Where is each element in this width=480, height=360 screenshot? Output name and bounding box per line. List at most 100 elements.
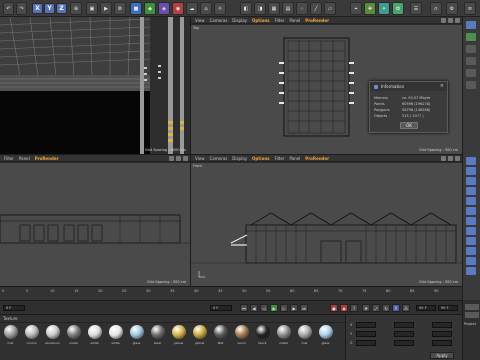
- make-editable-icon[interactable]: ◧: [240, 2, 252, 15]
- edges-mode-icon[interactable]: ╱: [310, 2, 322, 15]
- menu-cameras[interactable]: Cameras: [210, 18, 228, 23]
- texture-mode-icon[interactable]: ▦: [268, 2, 280, 15]
- object-manager-icon[interactable]: [466, 21, 476, 29]
- rotation-h-field[interactable]: [432, 322, 452, 328]
- menu-cameras[interactable]: Cameras: [210, 156, 228, 161]
- menu-filter[interactable]: Filter: [4, 156, 14, 161]
- redo-icon[interactable]: ↷: [16, 2, 27, 15]
- object-item-icon[interactable]: [466, 177, 476, 185]
- rotation-b-field[interactable]: [432, 340, 452, 346]
- timeline-ruler[interactable]: 0 5 10 15 20 25 30 35 40 45 50 55 60 65 …: [0, 286, 462, 300]
- menu-options[interactable]: Options: [252, 156, 270, 161]
- material-thumbnail[interactable]: glass: [129, 325, 144, 348]
- zoom-view-icon[interactable]: [176, 156, 181, 161]
- polygons-mode-icon[interactable]: ▱: [324, 2, 336, 15]
- points-mode-icon[interactable]: ⁘: [296, 2, 308, 15]
- layout-icon[interactable]: ☰: [410, 2, 422, 15]
- parameter-key-icon[interactable]: P: [392, 304, 400, 312]
- menu-filter[interactable]: Filter: [275, 18, 285, 23]
- material-thumbnail[interactable]: aluminum: [45, 325, 60, 348]
- object-item-icon[interactable]: [466, 237, 476, 245]
- takes-icon[interactable]: [466, 33, 476, 41]
- coordinate-system-icon[interactable]: ⊕: [70, 2, 82, 15]
- window-menu-icon[interactable]: ≡: [464, 2, 476, 15]
- layers-icon[interactable]: [466, 69, 476, 77]
- object-item-icon[interactable]: [466, 217, 476, 225]
- menu-view[interactable]: View: [195, 156, 205, 161]
- panel-tab-icon[interactable]: [465, 312, 479, 318]
- camera-icon[interactable]: ⌂: [200, 2, 212, 15]
- content-browser-icon[interactable]: [466, 45, 476, 53]
- menu-prorender[interactable]: ProRender: [305, 156, 329, 161]
- material-thumbnail[interactable]: metal: [66, 325, 81, 348]
- position-key-icon[interactable]: ✥: [362, 304, 370, 312]
- ok-button[interactable]: OK: [400, 122, 418, 129]
- size-y-field[interactable]: [394, 331, 414, 337]
- array-icon[interactable]: ◈: [158, 2, 170, 15]
- menu-texture[interactable]: Texture: [3, 316, 18, 321]
- tags-icon[interactable]: [466, 81, 476, 89]
- zoom-view-icon[interactable]: [448, 156, 453, 161]
- undo-icon[interactable]: ↶: [3, 2, 14, 15]
- frame-start-field[interactable]: 0 F: [3, 305, 25, 311]
- menu-prorender[interactable]: ProRender: [35, 156, 59, 161]
- coord-z-field[interactable]: [356, 340, 376, 346]
- menu-display[interactable]: Display: [232, 156, 247, 161]
- plugin-icon[interactable]: ✿: [392, 2, 404, 15]
- object-item-icon[interactable]: [466, 227, 476, 235]
- scene-icon[interactable]: ☁: [186, 2, 198, 15]
- zoom-view-icon[interactable]: [448, 18, 453, 23]
- material-thumbnail[interactable]: glass: [318, 325, 333, 348]
- model-mode-icon[interactable]: ◨: [254, 2, 266, 15]
- material-thumbnail[interactable]: steel: [150, 325, 165, 348]
- material-thumbnail[interactable]: white: [87, 325, 102, 348]
- menu-panel[interactable]: Panel: [289, 156, 300, 161]
- rotation-p-field[interactable]: [432, 331, 452, 337]
- material-thumbnail[interactable]: mat: [3, 325, 18, 348]
- coord-x-field[interactable]: [356, 322, 376, 328]
- object-item-icon[interactable]: [466, 207, 476, 215]
- menu-view[interactable]: View: [195, 18, 205, 23]
- go-to-end-icon[interactable]: ⏭: [300, 304, 308, 312]
- go-to-start-icon[interactable]: ⏮: [240, 304, 248, 312]
- perspective-viewport[interactable]: Grid Spacing : 5000 cm: [0, 17, 190, 154]
- close-icon[interactable]: ×: [440, 83, 444, 89]
- size-x-field[interactable]: [394, 322, 414, 328]
- autokey-icon[interactable]: ◉: [340, 304, 348, 312]
- object-item-icon[interactable]: [466, 267, 476, 275]
- axis-x-button[interactable]: X: [32, 3, 43, 14]
- rotation-key-icon[interactable]: ↻: [382, 304, 390, 312]
- record-icon[interactable]: ●: [330, 304, 338, 312]
- material-thumbnail[interactable]: yellow: [192, 325, 207, 348]
- nurbs-icon[interactable]: ◆: [144, 2, 156, 15]
- tweak-icon[interactable]: ✦: [378, 2, 390, 15]
- panel-tab-icon[interactable]: [465, 304, 479, 310]
- light-icon[interactable]: ☼: [214, 2, 226, 15]
- object-item-icon[interactable]: [466, 187, 476, 195]
- material-thumbnail[interactable]: metal: [276, 325, 291, 348]
- magnet-icon[interactable]: ∩: [430, 2, 442, 15]
- maximize-view-icon[interactable]: [455, 18, 460, 23]
- structure-icon[interactable]: [466, 57, 476, 65]
- previous-frame-icon[interactable]: ◁: [260, 304, 268, 312]
- coord-y-field[interactable]: [356, 331, 376, 337]
- object-item-icon[interactable]: [466, 157, 476, 165]
- workplane-icon[interactable]: ▤: [282, 2, 294, 15]
- render-settings-icon[interactable]: ⚙: [114, 2, 126, 15]
- size-z-field[interactable]: [394, 340, 414, 346]
- material-thumbnail[interactable]: Mat: [213, 325, 228, 348]
- snap-icon[interactable]: ⌖: [350, 2, 362, 15]
- menu-prorender[interactable]: ProRender: [305, 18, 329, 23]
- material-thumbnail[interactable]: yellow: [171, 325, 186, 348]
- maximize-view-icon[interactable]: [183, 156, 188, 161]
- keyframe-selection-icon[interactable]: ?: [350, 304, 358, 312]
- menu-options[interactable]: Options: [252, 18, 270, 23]
- previous-key-icon[interactable]: ◀: [250, 304, 258, 312]
- maximize-view-icon[interactable]: [455, 156, 460, 161]
- render-view-icon[interactable]: ▣: [86, 2, 98, 15]
- settings-icon[interactable]: ⚙: [446, 2, 458, 15]
- render-picture-icon[interactable]: ▶: [100, 2, 112, 15]
- axis-y-button[interactable]: Y: [44, 3, 55, 14]
- material-thumbnail[interactable]: black: [255, 325, 270, 348]
- frame-end-field[interactable]: 90 F: [416, 305, 436, 311]
